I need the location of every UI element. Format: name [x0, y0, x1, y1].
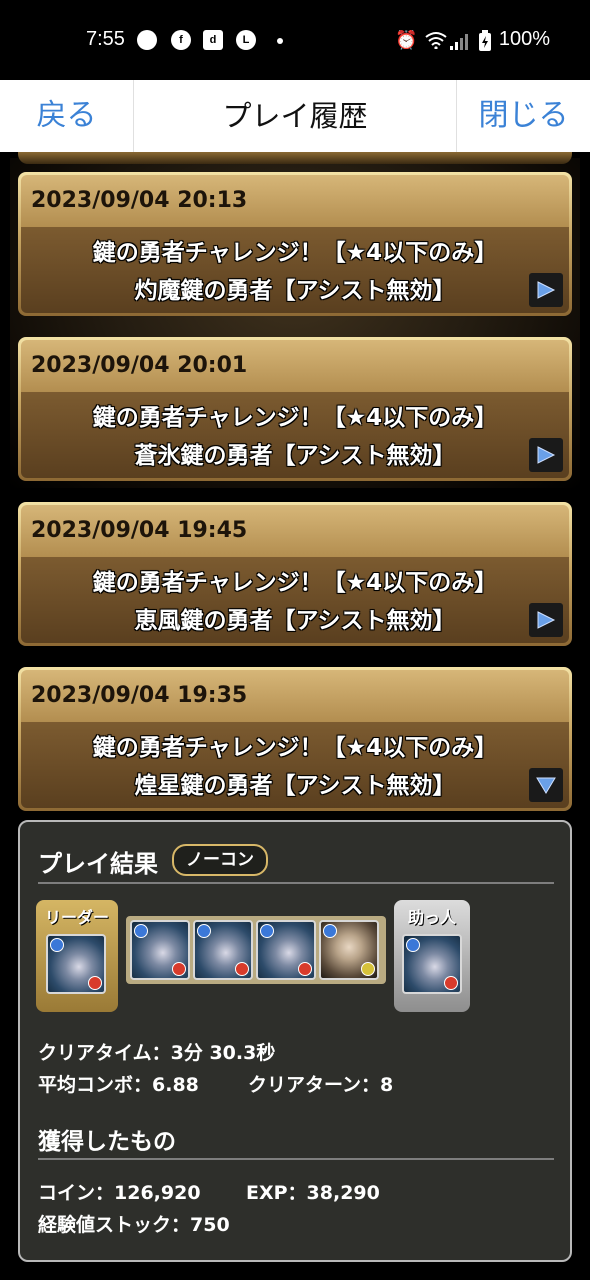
battery-icon: [479, 30, 491, 51]
history-date: 2023/09/04 20:13: [21, 175, 569, 227]
member-monster-icon[interactable]: [319, 920, 379, 980]
member-monster-icon[interactable]: [256, 920, 316, 980]
history-dungeon-name: 蒼氷鍵の勇者【アシスト無効】: [134, 443, 456, 469]
sub-attribute-icon: [444, 976, 458, 990]
history-event-name: 鍵の勇者チャレンジ！【★4以下のみ】: [92, 405, 498, 431]
collapse-button[interactable]: [529, 768, 563, 802]
attribute-icon: [50, 938, 64, 952]
coin-amount: コイン：126,920: [38, 1182, 201, 1204]
sub-attribute-icon: [88, 976, 102, 990]
history-dungeon-name: 恵風鍵の勇者【アシスト無効】: [134, 608, 456, 634]
sub-attribute-icon: [298, 962, 312, 976]
history-dungeon-name: 煌星鍵の勇者【アシスト無効】: [134, 773, 456, 799]
play-right-icon: [537, 281, 556, 299]
clear-turn: クリアターン：8: [248, 1074, 394, 1096]
sub-attribute-icon: [172, 962, 186, 976]
history-date: 2023/09/04 20:01: [21, 340, 569, 392]
back-button[interactable]: 戻る: [0, 80, 134, 152]
clear-time: クリアタイム：3分 30.3秒: [38, 1042, 276, 1064]
top-frame-edge: [18, 152, 572, 164]
history-event-name: 鍵の勇者チャレンジ！【★4以下のみ】: [92, 240, 498, 266]
exp-stock: 経験値ストック：750: [38, 1214, 230, 1236]
member-monster-icon[interactable]: [193, 920, 253, 980]
expand-button[interactable]: [529, 603, 563, 637]
history-card-expanded[interactable]: 2023/09/04 19:35 鍵の勇者チャレンジ！【★4以下のみ】 煌星鍵の…: [18, 667, 572, 811]
top-nav-bar: 戻る プレイ履歴 閉じる: [0, 80, 590, 153]
facebook-icon: f: [171, 30, 191, 50]
expand-button[interactable]: [529, 273, 563, 307]
signal-icon: [450, 34, 468, 50]
line-icon: L: [236, 30, 256, 50]
member-monster-icon[interactable]: [130, 920, 190, 980]
helper-label: 助っ人: [407, 908, 456, 927]
notification-dot-icon: [277, 38, 283, 44]
history-card[interactable]: 2023/09/04 19:45 鍵の勇者チャレンジ！【★4以下のみ】 恵風鍵の…: [18, 502, 572, 646]
wifi-icon: [425, 32, 447, 49]
sub-attribute-icon: [361, 962, 375, 976]
helper-slot: 助っ人: [394, 900, 470, 1012]
leader-monster-icon[interactable]: [46, 934, 106, 994]
expand-button[interactable]: [529, 438, 563, 472]
divider: [38, 882, 554, 884]
battery-percent: 100%: [498, 28, 550, 50]
status-bar: 7:55 f d L ⏰ 100%: [0, 0, 590, 80]
team-members: [126, 916, 386, 984]
sub-attribute-icon: [235, 962, 249, 976]
attribute-icon: [323, 924, 337, 938]
exp-amount: EXP：38,290: [246, 1182, 380, 1204]
result-title: プレイ結果: [38, 850, 158, 878]
helper-monster-icon[interactable]: [402, 934, 462, 994]
history-date: 2023/09/04 19:45: [21, 505, 569, 557]
attribute-icon: [134, 924, 148, 938]
history-date: 2023/09/04 19:35: [21, 670, 569, 722]
status-time: 7:55: [86, 28, 125, 50]
play-down-icon: [536, 777, 556, 794]
history-card[interactable]: 2023/09/04 20:01 鍵の勇者チャレンジ！【★4以下のみ】 蒼氷鍵の…: [18, 337, 572, 481]
dpoint-icon: d: [203, 30, 223, 50]
average-combo: 平均コンボ：6.88: [38, 1074, 199, 1096]
history-card[interactable]: 2023/09/04 20:13 鍵の勇者チャレンジ！【★4以下のみ】 灼魔鍵の…: [18, 172, 572, 316]
no-continue-badge: ノーコン: [172, 844, 268, 876]
alarm-icon: ⏰: [395, 30, 418, 51]
history-event-name: 鍵の勇者チャレンジ！【★4以下のみ】: [92, 570, 498, 596]
history-dungeon-name: 灼魔鍵の勇者【アシスト無効】: [134, 278, 456, 304]
play-right-icon: [537, 446, 556, 464]
obtained-title: 獲得したもの: [38, 1129, 176, 1155]
close-button[interactable]: 閉じる: [456, 80, 590, 152]
attribute-icon: [197, 924, 211, 938]
attribute-icon: [406, 938, 420, 952]
page-title: プレイ履歴: [222, 99, 368, 133]
leader-slot: リーダー: [36, 900, 118, 1012]
play-right-icon: [537, 611, 556, 629]
history-event-name: 鍵の勇者チャレンジ！【★4以下のみ】: [92, 735, 498, 761]
divider: [38, 1158, 554, 1160]
leader-label: リーダー: [44, 908, 109, 927]
record-icon: [137, 30, 157, 50]
play-result-panel: プレイ結果 ノーコン リーダー 助っ人 クリアタイム：3分 30.3秒 平均コン…: [18, 820, 572, 1262]
attribute-icon: [260, 924, 274, 938]
